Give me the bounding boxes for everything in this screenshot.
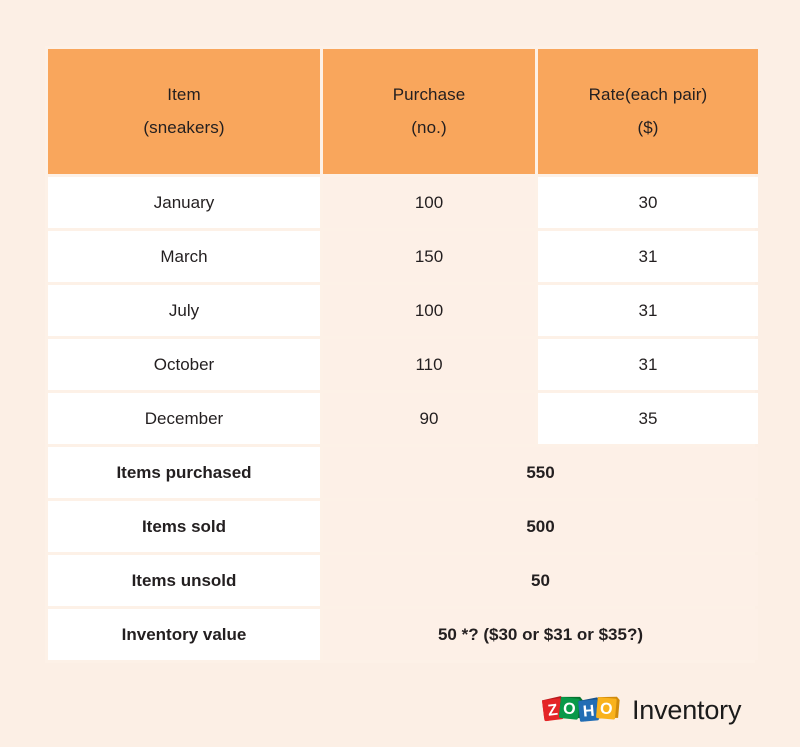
summary-row-items-sold: Items sold 500	[48, 501, 758, 552]
table-header: Item (sneakers) Purchase (no.) Rate(each…	[48, 49, 758, 174]
column-header-purchase: Purchase (no.)	[323, 49, 535, 174]
table-row: July 100 31	[48, 285, 758, 336]
cell-rate: 35	[538, 393, 758, 444]
table-row: December 90 35	[48, 393, 758, 444]
cell-rate: 31	[538, 339, 758, 390]
cell-rate: 30	[538, 177, 758, 228]
inventory-table-container: Item (sneakers) Purchase (no.) Rate(each…	[45, 46, 758, 663]
column-header-item-line2: (sneakers)	[143, 118, 225, 137]
cell-item: October	[48, 339, 320, 390]
summary-row-inventory-value: Inventory value 50 *? ($30 or $31 or $35…	[48, 609, 758, 660]
cell-item: January	[48, 177, 320, 228]
page-root: Item (sneakers) Purchase (no.) Rate(each…	[0, 0, 800, 747]
cell-purchase: 110	[323, 339, 535, 390]
column-header-rate-line2: ($)	[637, 118, 659, 137]
cell-item: March	[48, 231, 320, 282]
column-header-rate: Rate(each pair) ($)	[538, 49, 758, 174]
table-row: October 110 31	[48, 339, 758, 390]
cell-rate: 31	[538, 285, 758, 336]
svg-text:O: O	[562, 700, 576, 718]
cell-purchase: 90	[323, 393, 535, 444]
cell-item: December	[48, 393, 320, 444]
summary-label: Items sold	[48, 501, 320, 552]
summary-value: 50 *? ($30 or $31 or $35?)	[323, 609, 758, 660]
table-row: January 100 30	[48, 177, 758, 228]
table-body: January 100 30 March 150 31 July 100 31 …	[48, 177, 758, 660]
inventory-table: Item (sneakers) Purchase (no.) Rate(each…	[45, 46, 761, 663]
summary-row-items-unsold: Items unsold 50	[48, 555, 758, 606]
summary-label: Inventory value	[48, 609, 320, 660]
zoho-logo-icon: Z O H O	[541, 696, 620, 722]
column-header-rate-line1: Rate(each pair)	[588, 85, 708, 105]
column-header-purchase-line2: (no.)	[411, 118, 447, 137]
summary-label: Items purchased	[48, 447, 320, 498]
summary-value: 550	[323, 447, 758, 498]
cell-purchase: 150	[323, 231, 535, 282]
zoho-inventory-logo: Z O H O Inventory	[541, 691, 741, 727]
cell-rate: 31	[538, 231, 758, 282]
column-header-item-line1: Item	[167, 85, 201, 105]
column-header-purchase-line1: Purchase	[392, 85, 466, 105]
table-row: March 150 31	[48, 231, 758, 282]
summary-value: 50	[323, 555, 758, 606]
header-row: Item (sneakers) Purchase (no.) Rate(each…	[48, 49, 758, 174]
cell-purchase: 100	[323, 285, 535, 336]
logo-product-name: Inventory	[632, 694, 742, 725]
cell-item: July	[48, 285, 320, 336]
svg-text:H: H	[582, 703, 595, 721]
summary-value: 500	[323, 501, 758, 552]
column-header-item: Item (sneakers)	[48, 49, 320, 174]
summary-label: Items unsold	[48, 555, 320, 606]
summary-row-items-purchased: Items purchased 550	[48, 447, 758, 498]
svg-text:O: O	[599, 700, 613, 718]
cell-purchase: 100	[323, 177, 535, 228]
